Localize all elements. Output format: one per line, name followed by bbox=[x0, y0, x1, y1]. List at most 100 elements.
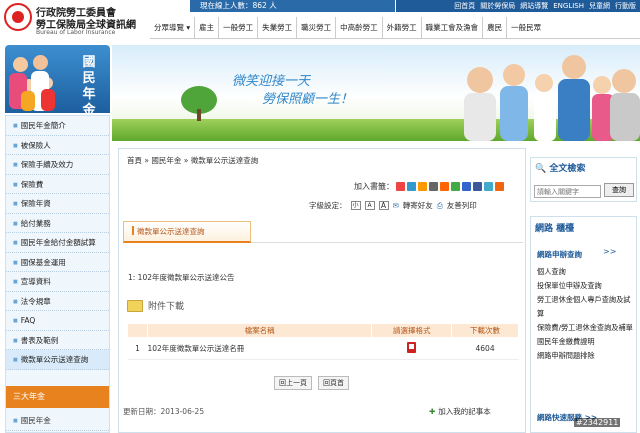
forward-link[interactable]: 轉寄好友 bbox=[403, 200, 433, 211]
sidebar-item-premium[interactable]: 保險費 bbox=[6, 175, 109, 194]
sidebar-item-calculator[interactable]: 國民年金給付金額試算 bbox=[6, 233, 109, 253]
bookmark-icon-1[interactable] bbox=[396, 182, 405, 191]
bookmark-bar: 加入書籤： bbox=[354, 181, 504, 192]
font-medium-button[interactable]: A bbox=[364, 201, 375, 210]
page: 現在線上人數：862 人 回首頁 關於勞保局 網站導覽 ENGLISH 兒童網 … bbox=[0, 0, 640, 433]
nav-injured[interactable]: 職災勞工 bbox=[297, 17, 337, 38]
font-small-button[interactable]: 小 bbox=[350, 201, 361, 210]
bookmark-label: 加入書籤： bbox=[354, 182, 394, 191]
nav-worker[interactable]: 一般勞工 bbox=[219, 17, 259, 38]
top-button[interactable]: 回頁首 bbox=[318, 376, 349, 390]
hero-banner: 微笑迎接一天 勞保照顧一生！ bbox=[112, 45, 640, 141]
sidebar-item-benefits[interactable]: 給付業務 bbox=[6, 214, 109, 233]
search-input[interactable] bbox=[534, 185, 601, 198]
nav-senior[interactable]: 中高齡勞工 bbox=[336, 17, 383, 38]
row-file-name: 102年度徵款單公示送達名冊 bbox=[147, 337, 372, 360]
folder-icon bbox=[127, 299, 143, 312]
image-watermark: #2342911 bbox=[574, 418, 621, 427]
top-link-home[interactable]: 回首頁 bbox=[454, 1, 475, 11]
nav-foreign[interactable]: 外籍勞工 bbox=[383, 17, 422, 38]
col-no bbox=[127, 323, 148, 338]
row-no: 1 bbox=[127, 337, 148, 360]
sidebar-item-forms[interactable]: 書表及範例 bbox=[6, 331, 109, 350]
online-service-title: 網路 櫃檯 bbox=[535, 224, 575, 234]
facebook-icon[interactable] bbox=[473, 182, 482, 191]
font-settings: 字級設定： 小 A A ✉ 轉寄好友 ⎙ 友善列印 bbox=[309, 200, 477, 211]
attachment-header: 附件下載 bbox=[127, 299, 184, 312]
sidebar-item-procedures[interactable]: 保險手續及效力 bbox=[6, 155, 109, 175]
left-menu: 國民年金簡介 被保險人 保險手續及效力 保險費 保險年資 給付業務 國民年金給付… bbox=[6, 116, 109, 370]
top-links: 回首頁 關於勞保局 網站導覽 ENGLISH 兒童網 行動版 bbox=[396, 0, 640, 12]
search-icon: 🔍 bbox=[535, 164, 547, 174]
service-item-unit[interactable]: 投保單位申辦及查詢 bbox=[537, 279, 636, 293]
nav-unemployed[interactable]: 失業勞工 bbox=[258, 17, 298, 38]
forward-icon: ✉ bbox=[392, 201, 399, 210]
top-link-about[interactable]: 關於勞保局 bbox=[480, 1, 515, 11]
bookmark-icon-7[interactable] bbox=[462, 182, 471, 191]
memo-label[interactable]: 加入我的記事本 bbox=[438, 406, 491, 417]
tab-notice-query[interactable]: 徵款單公示送達查詢 bbox=[123, 221, 251, 243]
sidebar-item-insured[interactable]: 被保險人 bbox=[6, 136, 109, 155]
print-link[interactable]: 友善列印 bbox=[447, 200, 477, 211]
sidebar-section-item[interactable]: 國民年金 bbox=[6, 411, 109, 431]
sidebar-item-faq[interactable]: FAQ bbox=[6, 311, 109, 331]
service-item-certificate[interactable]: 國民年金繳費證明 bbox=[537, 335, 636, 349]
add-memo[interactable]: ✚ 加入我的記事本 bbox=[429, 406, 491, 417]
tree-image bbox=[181, 86, 217, 121]
top-link-kids[interactable]: 兒童網 bbox=[589, 1, 610, 11]
family-image bbox=[9, 53, 71, 113]
bookmark-icon-4[interactable] bbox=[429, 182, 438, 191]
pager: 回上一頁 回頁首 bbox=[274, 376, 349, 390]
memo-icon: ✚ bbox=[429, 407, 436, 416]
nav-union[interactable]: 職業工會及漁會 bbox=[422, 17, 484, 38]
plurk-icon[interactable] bbox=[495, 182, 504, 191]
search-box: 🔍 全文檢索 查詢 bbox=[530, 157, 637, 202]
service-item-troubleshoot[interactable]: 網路申辦問題排除 bbox=[537, 349, 636, 363]
online-apply-query[interactable]: 網路申辦查詢 bbox=[537, 249, 582, 260]
bookmark-icon-6[interactable] bbox=[451, 182, 460, 191]
search-button[interactable]: 查詢 bbox=[604, 183, 634, 197]
twitter-icon[interactable] bbox=[484, 182, 493, 191]
print-icon: ⎙ bbox=[436, 200, 443, 210]
sidebar-item-notice-query[interactable]: 徵款單公示送達查詢 bbox=[6, 350, 109, 370]
main-nav: 分眾導覽 ▾ 雇主 一般勞工 失業勞工 職災勞工 中高齡勞工 外籍勞工 職業工會… bbox=[150, 17, 640, 39]
online-counter: 現在線上人數：862 人 bbox=[190, 0, 395, 12]
nav-farmer[interactable]: 農民 bbox=[483, 17, 508, 38]
more-link[interactable]: >> bbox=[603, 247, 616, 256]
service-item-pension[interactable]: 勞工退休金個人專戶查詢及試算 bbox=[537, 293, 636, 321]
section-banner: 國民年金 bbox=[5, 45, 110, 113]
service-item-premium[interactable]: 保險費/勞工退休金查詢及補單 bbox=[537, 321, 636, 335]
service-list: 個人查詢 投保單位申辦及查詢 勞工退休金個人專戶查詢及試算 保險費/勞工退休金查… bbox=[537, 265, 636, 363]
sidebar-section-header[interactable]: 三大年金 bbox=[6, 386, 109, 408]
site-logo[interactable]: 行政院勞工委員會 勞工保險局全球資訊網 Bureau of Labor Insu… bbox=[4, 3, 144, 41]
left-sidebar: 國民年金簡介 被保險人 保險手續及效力 保險費 保險年資 給付業務 國民年金給付… bbox=[5, 115, 110, 433]
table-row: 1 102年度徵款單公示送達名冊 4604 bbox=[127, 337, 519, 360]
pdf-icon[interactable] bbox=[407, 342, 417, 353]
top-link-sitemap[interactable]: 網站導覽 bbox=[520, 1, 548, 11]
bookmark-icon-5[interactable] bbox=[440, 182, 449, 191]
table-header-row: 檔案名稱 請選擇格式 下載次數 bbox=[127, 323, 519, 338]
sidebar-item-intro[interactable]: 國民年金簡介 bbox=[6, 116, 109, 136]
bookmark-icon-3[interactable] bbox=[418, 182, 427, 191]
hero-slogan-2: 勞保照顧一生！ bbox=[262, 92, 354, 107]
nav-audience[interactable]: 分眾導覽 ▾ bbox=[150, 17, 196, 38]
attachment-label: 附件下載 bbox=[148, 302, 185, 312]
notice-item[interactable]: 1: 102年度徵款單公示送達公告 bbox=[128, 272, 235, 283]
update-date: 更新日期：2013-06-25 bbox=[123, 407, 205, 416]
top-link-english[interactable]: ENGLISH bbox=[553, 2, 584, 10]
sidebar-item-regulations[interactable]: 法令規章 bbox=[6, 292, 109, 311]
nav-employer[interactable]: 雇主 bbox=[195, 17, 220, 38]
breadcrumb[interactable]: 首頁 » 國民年金 » 徵款單公示送達查詢 bbox=[127, 155, 258, 166]
nav-public[interactable]: 一般民眾 bbox=[507, 17, 545, 38]
top-link-mobile[interactable]: 行動版 bbox=[615, 1, 636, 11]
col-name: 檔案名稱 bbox=[146, 323, 373, 338]
sidebar-item-seniority[interactable]: 保險年資 bbox=[6, 194, 109, 214]
sidebar-item-promo[interactable]: 宣導資料 bbox=[6, 272, 109, 292]
sidebar-item-fund[interactable]: 國保基金運用 bbox=[6, 253, 109, 272]
back-button[interactable]: 回上一頁 bbox=[274, 376, 312, 390]
search-title-text: 全文檢索 bbox=[549, 164, 586, 174]
bookmark-icon-2[interactable] bbox=[407, 182, 416, 191]
service-item-personal[interactable]: 個人查詢 bbox=[537, 265, 636, 279]
logo-seal-icon bbox=[4, 3, 32, 31]
font-large-button[interactable]: A bbox=[378, 201, 389, 210]
